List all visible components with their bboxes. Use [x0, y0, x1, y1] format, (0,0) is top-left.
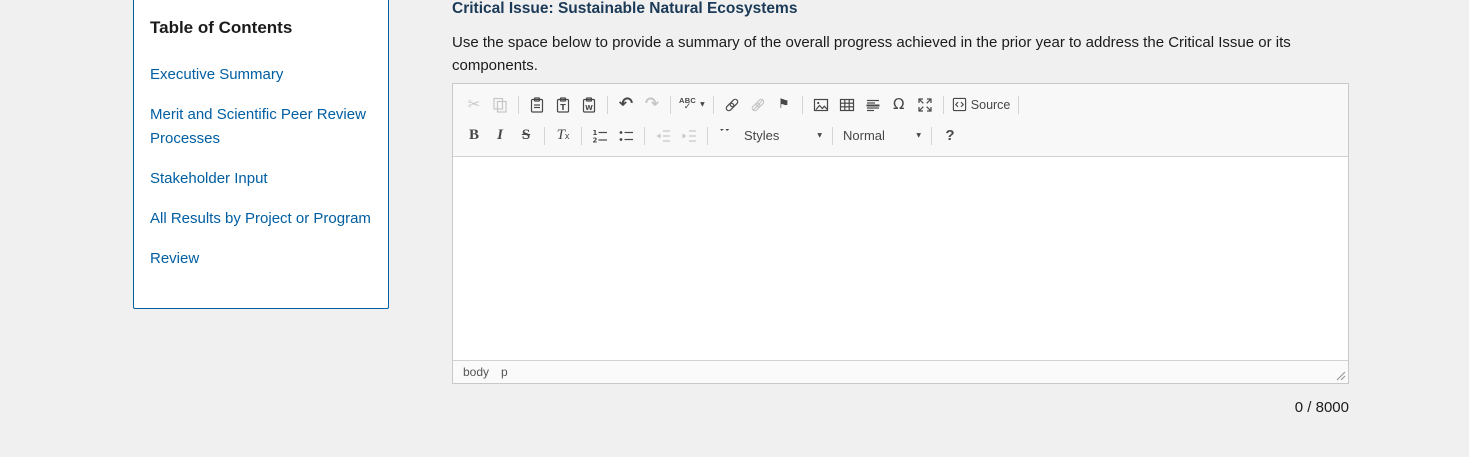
chevron-down-icon: ▼: [916, 132, 921, 139]
source-button-label: Source: [971, 98, 1011, 112]
editor-toolbar: ✂ T W ↶ ↷: [453, 84, 1348, 157]
paste-from-word-button[interactable]: W: [576, 92, 602, 118]
special-character-button[interactable]: Ω: [886, 92, 912, 118]
about-editor-button[interactable]: ?: [937, 123, 963, 149]
bulleted-list-button[interactable]: [613, 123, 639, 149]
table-of-contents-panel: Table of Contents Executive Summary Meri…: [133, 0, 389, 309]
blockquote-button[interactable]: ”: [713, 123, 739, 149]
styles-dropdown-label: Styles: [744, 128, 779, 143]
copy-button: [487, 92, 513, 118]
toc-link-stakeholder-input[interactable]: Stakeholder Input: [150, 167, 372, 191]
spellcheck-icon: ABC ✓: [679, 97, 696, 112]
undo-button[interactable]: ↶: [613, 92, 639, 118]
toolbar-separator: [644, 127, 645, 145]
link-button[interactable]: [719, 92, 745, 118]
toolbar-separator: [1018, 96, 1019, 114]
paste-plain-text-icon: T: [555, 97, 571, 113]
editor-path-bar: body p: [453, 360, 1348, 383]
remove-format-icon: T: [557, 127, 565, 144]
maximize-icon: [917, 97, 933, 113]
insert-image-button[interactable]: [808, 92, 834, 118]
bold-button[interactable]: B: [461, 123, 487, 149]
paste-from-word-icon: W: [581, 97, 597, 113]
chevron-down-icon: ▼: [700, 101, 705, 108]
editor-content-area[interactable]: [453, 157, 1348, 360]
increase-indent-button: [676, 123, 702, 149]
decrease-indent-button: [650, 123, 676, 149]
paste-icon: [529, 97, 545, 113]
toolbar-separator: [943, 96, 944, 114]
bulleted-list-icon: [618, 128, 634, 144]
paste-plain-text-button[interactable]: T: [550, 92, 576, 118]
flag-icon: ⚑: [778, 98, 790, 111]
italic-icon: I: [497, 127, 503, 144]
paragraph-format-label: Normal: [843, 128, 885, 143]
strikethrough-button[interactable]: S: [513, 123, 539, 149]
styles-dropdown[interactable]: Styles ▼: [739, 123, 827, 149]
toolbar-row-1: ✂ T W ↶ ↷: [461, 89, 1340, 120]
main-content: Critical Issue: Sustainable Natural Ecos…: [452, 0, 1349, 457]
blockquote-icon: ”: [719, 129, 733, 143]
table-icon: [839, 97, 855, 113]
toc-link-all-results[interactable]: All Results by Project or Program: [150, 207, 372, 231]
toolbar-separator: [670, 96, 671, 114]
maximize-button[interactable]: [912, 92, 938, 118]
strikethrough-icon: S: [522, 127, 530, 144]
page-title: Critical Issue: Sustainable Natural Ecos…: [452, 0, 797, 19]
image-icon: [813, 97, 829, 113]
instructions-text: Use the space below to provide a summary…: [452, 31, 1312, 77]
numbered-list-icon: 12: [592, 128, 608, 144]
resize-handle[interactable]: [1336, 371, 1346, 381]
toolbar-separator: [713, 96, 714, 114]
toolbar-separator: [707, 127, 708, 145]
numbered-list-button[interactable]: 12: [587, 123, 613, 149]
undo-icon: ↶: [619, 96, 633, 113]
toolbar-separator: [832, 127, 833, 145]
toolbar-separator: [802, 96, 803, 114]
rich-text-editor: ✂ T W ↶ ↷: [452, 83, 1349, 384]
spell-check-button[interactable]: ABC ✓ ▼: [676, 92, 708, 118]
italic-button[interactable]: I: [487, 123, 513, 149]
path-element-p[interactable]: p: [501, 365, 508, 379]
remove-format-button[interactable]: Tx: [550, 123, 576, 149]
redo-icon: ↷: [645, 96, 659, 113]
link-icon: [724, 97, 740, 113]
resize-grip-icon: [1336, 371, 1346, 381]
source-button[interactable]: Source: [949, 92, 1014, 118]
horizontal-rule-icon: [865, 97, 881, 113]
toolbar-separator: [544, 127, 545, 145]
character-counter: 0 / 8000: [452, 399, 1349, 416]
source-code-icon: [952, 97, 967, 112]
path-element-body[interactable]: body: [463, 365, 489, 379]
toc-title: Table of Contents: [150, 17, 372, 39]
toolbar-separator: [581, 127, 582, 145]
svg-text:T: T: [560, 103, 566, 112]
scissors-icon: ✂: [468, 97, 481, 112]
paste-button[interactable]: [524, 92, 550, 118]
unlink-icon: [750, 97, 766, 113]
svg-text:W: W: [585, 104, 593, 112]
toc-link-merit-peer-review[interactable]: Merit and Scientific Peer Review Process…: [150, 103, 372, 151]
omega-icon: Ω: [893, 97, 904, 112]
chevron-down-icon: ▼: [817, 132, 822, 139]
toc-link-executive-summary[interactable]: Executive Summary: [150, 63, 372, 87]
decrease-indent-icon: [655, 128, 671, 144]
toolbar-separator: [931, 127, 932, 145]
question-mark-icon: ?: [945, 127, 954, 144]
toolbar-row-2: B I S Tx 12: [461, 120, 1340, 151]
toolbar-separator: [518, 96, 519, 114]
cut-button: ✂: [461, 92, 487, 118]
bold-icon: B: [469, 127, 479, 144]
increase-indent-icon: [681, 128, 697, 144]
svg-text:2: 2: [593, 136, 598, 144]
copy-icon: [492, 97, 508, 113]
paragraph-format-dropdown[interactable]: Normal ▼: [838, 123, 926, 149]
horizontal-rule-button[interactable]: [860, 92, 886, 118]
toolbar-separator: [607, 96, 608, 114]
insert-table-button[interactable]: [834, 92, 860, 118]
anchor-button[interactable]: ⚑: [771, 92, 797, 118]
redo-button: ↷: [639, 92, 665, 118]
unlink-button: [745, 92, 771, 118]
toc-link-review[interactable]: Review: [150, 247, 372, 271]
